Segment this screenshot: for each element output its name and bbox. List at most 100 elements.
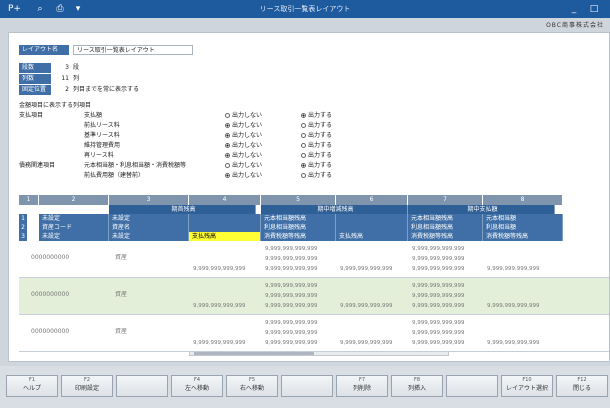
radio-icon[interactable] (225, 173, 230, 178)
function-key-button[interactable]: F1 ヘルプ (6, 375, 58, 397)
radio-icon[interactable] (225, 163, 230, 168)
amount-cell: 9,999,999,999,999 (412, 303, 465, 309)
header-cell[interactable]: 利息相当額残高 (408, 223, 483, 232)
radio-icon[interactable] (225, 123, 230, 128)
amount-cell: 9,999,999,999,999 (487, 266, 540, 272)
radio-label: 出力しない (232, 132, 263, 139)
header-cell[interactable]: 支払残高 (336, 232, 408, 241)
radio-on[interactable]: 出力する (301, 121, 332, 130)
fkey-number: F5 (248, 377, 256, 383)
amount-cell: 9,999,999,999,999 (340, 303, 393, 309)
header-cell[interactable]: 資産コード (39, 223, 109, 232)
radio-icon[interactable] (225, 113, 230, 118)
fkey-number: F4 (193, 377, 201, 383)
title-bar: P+ ⌕ ⎙ ▾ リース取引一覧表レイアウト _ □ (0, 0, 610, 18)
header-cell[interactable]: 消費税額等残高 (483, 232, 563, 241)
amount-cell: 9,999,999,999,999 (265, 283, 318, 289)
setting-unit: 列 (73, 75, 80, 82)
radio-icon[interactable] (301, 123, 306, 128)
radio-on[interactable]: 出力する (301, 171, 332, 180)
grid-group-header: 期中増減残高 (261, 205, 408, 214)
radio-on[interactable]: 出力する (301, 141, 332, 150)
header-cell[interactable]: 未設定 (109, 232, 189, 241)
radio-icon[interactable] (301, 113, 306, 118)
header-cell[interactable]: 利息相当額 (483, 223, 563, 232)
radio-icon[interactable] (301, 133, 306, 138)
header-cell[interactable]: 未設定 (109, 214, 189, 223)
radio-off[interactable]: 出力しない (225, 171, 262, 180)
setting-value[interactable]: 3 (55, 63, 69, 73)
amount-cell: 9,999,999,999,999 (265, 246, 318, 252)
radio-icon[interactable] (225, 153, 230, 158)
amount-cell: 9,999,999,999,999 (412, 256, 465, 262)
column-item-label: 支払額 (84, 112, 103, 119)
header-cell-selected[interactable]: 支払残高 (189, 232, 261, 241)
function-key-button[interactable]: F7 列削除 (336, 375, 388, 397)
function-key-button[interactable] (116, 375, 168, 397)
row-number: 1 (19, 214, 27, 223)
fkey-number: F12 (577, 377, 587, 383)
function-key-button[interactable]: F8 列挿入 (391, 375, 443, 397)
grid-column-number: 2 (39, 195, 109, 205)
asset-name-cell: 資産 (115, 291, 128, 298)
minimize-icon[interactable]: _ (568, 3, 580, 15)
radio-icon[interactable] (301, 173, 306, 178)
radio-off[interactable]: 出力しない (225, 111, 262, 120)
radio-on[interactable]: 出力する (301, 161, 332, 170)
header-cell-selected[interactable] (189, 214, 261, 223)
radio-label: 出力しない (232, 152, 263, 159)
fkey-label: レイアウト選択 (505, 385, 548, 392)
radio-label: 出力しない (232, 172, 263, 179)
function-key-button[interactable]: F5 右へ移動 (226, 375, 278, 397)
header-cell[interactable]: 未設定 (39, 214, 109, 223)
amount-cell: 9,999,999,999,999 (193, 303, 246, 309)
radio-off[interactable]: 出力しない (225, 141, 262, 150)
function-key-button[interactable]: F4 左へ移動 (171, 375, 223, 397)
amount-cell: 9,999,999,999,999 (265, 256, 318, 262)
setting-unit: 段 (73, 64, 80, 71)
header-cell[interactable]: 資産名 (109, 223, 189, 232)
grid-group-header: 期首残高 (109, 205, 256, 214)
function-key-button[interactable]: F2 印刷設定 (61, 375, 113, 397)
radio-on[interactable]: 出力する (301, 111, 332, 120)
setting-value[interactable]: 2 (55, 85, 69, 95)
header-cell[interactable]: 消費税額等残高 (408, 232, 483, 241)
radio-off[interactable]: 出力しない (225, 131, 262, 140)
radio-label: 出力しない (232, 112, 263, 119)
column-item-label: 前払費用額（建替前） (84, 172, 145, 179)
function-key-button[interactable]: F10 レイアウト選択 (501, 375, 553, 397)
amount-cell: 9,999,999,999,999 (265, 293, 318, 299)
fkey-label: 左へ移動 (184, 385, 209, 392)
function-key-button[interactable] (281, 375, 333, 397)
layout-name-input[interactable]: リース取引一覧表レイアウト (73, 45, 193, 55)
header-cell[interactable]: 未設定 (39, 232, 109, 241)
header-cell-selected[interactable] (189, 223, 261, 232)
function-key-button[interactable] (446, 375, 498, 397)
radio-icon[interactable] (301, 143, 306, 148)
row-number: 3 (19, 232, 27, 241)
radio-off[interactable]: 出力しない (225, 161, 262, 170)
header-cell[interactable]: 利息相当額残高 (261, 223, 336, 232)
amount-cell: 9,999,999,999,999 (340, 340, 393, 346)
setting-value[interactable]: 11 (55, 74, 69, 84)
header-cell[interactable]: 消費税額等残高 (261, 232, 336, 241)
radio-off[interactable]: 出力しない (225, 121, 262, 130)
header-cell[interactable]: 元本相当額 (483, 214, 563, 223)
radio-icon[interactable] (225, 143, 230, 148)
column-group-label: 支払項目 (19, 112, 44, 119)
layout-name-label: レイアウト名 (19, 45, 69, 55)
radio-off[interactable]: 出力しない (225, 151, 262, 160)
radio-on[interactable]: 出力する (301, 151, 332, 160)
header-cell[interactable] (336, 214, 408, 223)
function-key-button[interactable]: F12 閉じる (556, 375, 608, 397)
header-cell[interactable] (336, 223, 408, 232)
header-cell[interactable]: 元本相当額残高 (261, 214, 336, 223)
amount-cell: 9,999,999,999,999 (412, 293, 465, 299)
fkey-label: 右へ移動 (239, 385, 264, 392)
radio-icon[interactable] (301, 163, 306, 168)
maximize-icon[interactable]: □ (588, 3, 600, 15)
header-cell[interactable]: 元本相当額残高 (408, 214, 483, 223)
radio-icon[interactable] (301, 153, 306, 158)
radio-icon[interactable] (225, 133, 230, 138)
radio-on[interactable]: 出力する (301, 131, 332, 140)
